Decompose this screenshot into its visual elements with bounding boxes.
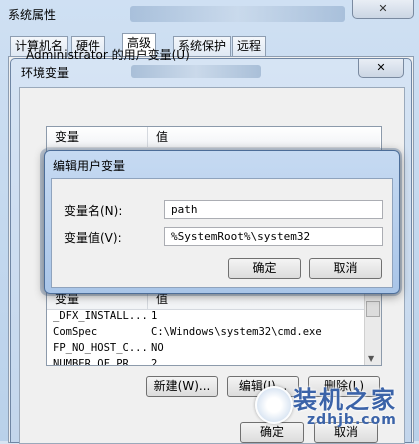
variable-name-label: 变量名(N): — [64, 204, 123, 218]
table-row[interactable]: NUMBER_OF_PR... 2 — [47, 356, 357, 365]
scrollbar-thumb[interactable] — [366, 301, 380, 317]
system-variables-list[interactable]: 变量 值 _DFX_INSTALL... 1 ComSpec C:\Window… — [46, 288, 382, 366]
environment-variables-title: 环境变量 — [21, 66, 70, 80]
system-properties-titlebar[interactable]: 系统属性 ✕ — [0, 0, 419, 30]
watermark-url: zdhjb.com — [307, 412, 397, 428]
table-row[interactable]: ComSpec C:\Windows\system32\cmd.exe — [47, 324, 357, 340]
variable-value-label: 变量值(V): — [64, 231, 122, 245]
column-header-value[interactable]: 值 — [148, 127, 380, 148]
table-row[interactable]: FP_NO_HOST_C... NO — [47, 340, 357, 356]
tab-remote[interactable]: 远程 — [232, 36, 267, 56]
blurred-title-region — [130, 6, 345, 22]
site-watermark: 装机之家 zdhjb.com — [255, 378, 415, 438]
vertical-scrollbar[interactable]: ▼ — [364, 289, 381, 365]
user-variables-group-label: Administrator 的用户变量(U) — [26, 48, 190, 62]
column-header-variable[interactable]: 变量 — [47, 127, 148, 148]
variable-value-input[interactable]: %SystemRoot%\system32 — [164, 227, 383, 246]
edit-user-variable-dialog: 编辑用户变量 变量名(N): path 变量值(V): %SystemRoot%… — [44, 150, 400, 294]
blurred-title-region — [131, 65, 261, 78]
dialog-ok-button[interactable]: 确定 — [228, 258, 301, 279]
scroll-down-icon[interactable]: ▼ — [368, 354, 374, 363]
watermark-text: 装机之家 — [293, 386, 397, 414]
dialog-body: 变量名(N): path 变量值(V): %SystemRoot%\system… — [51, 178, 393, 288]
table-row[interactable]: _DFX_INSTALL... 1 — [47, 308, 357, 324]
system-properties-title: 系统属性 — [8, 8, 57, 22]
dialog-title: 编辑用户变量 — [53, 159, 126, 173]
dialog-cancel-button[interactable]: 取消 — [309, 258, 382, 279]
variable-name-input[interactable]: path — [164, 200, 383, 219]
close-icon[interactable]: ✕ — [352, 0, 414, 19]
new-variable-button[interactable]: 新建(W)... — [146, 376, 218, 397]
site-logo-icon — [255, 386, 293, 424]
close-icon[interactable]: ✕ — [358, 59, 404, 78]
